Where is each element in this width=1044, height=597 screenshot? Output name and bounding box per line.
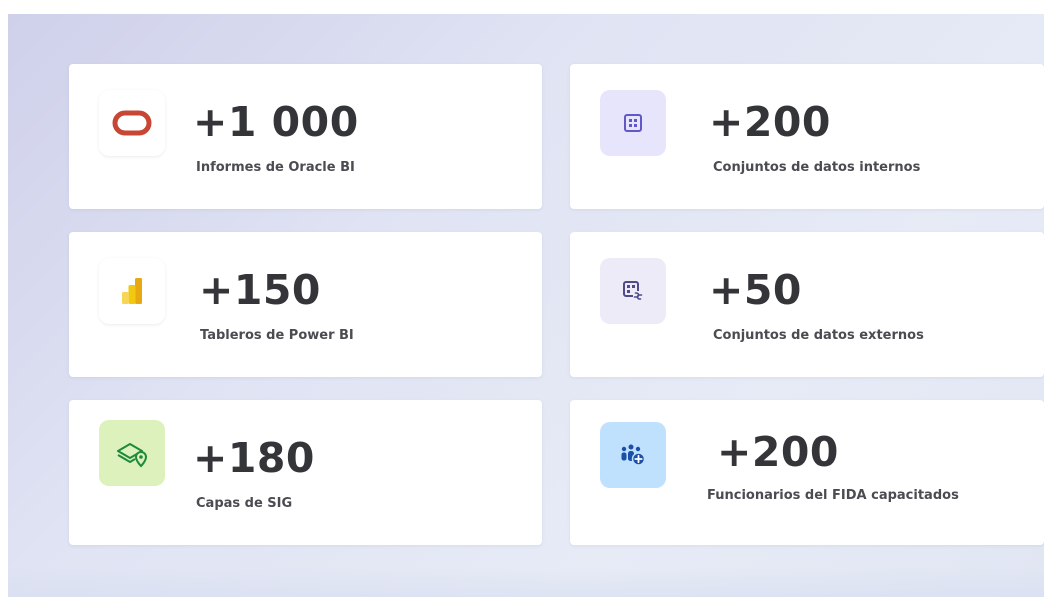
stat-label: Conjuntos de datos externos [713,328,924,343]
stats-panel: +1 000 Informes de Oracle BI +200 Conjun… [8,14,1044,597]
stat-label: Conjuntos de datos internos [713,160,921,175]
stat-value: +180 [193,434,315,482]
stat-value: +200 [709,98,831,146]
stat-value: +1 000 [193,98,359,146]
stat-card-gis-layers: +180 Capas de SIG [69,400,542,545]
grid-icon [600,90,666,156]
stat-card-internal-datasets: +200 Conjuntos de datos internos [570,64,1044,209]
stat-label: Informes de Oracle BI [196,160,355,175]
people-add-icon [600,422,666,488]
stat-card-external-datasets: +50 Conjuntos de datos externos [570,232,1044,377]
stat-value: +200 [717,428,839,476]
map-layers-icon [99,420,165,486]
stat-label: Tableros de Power BI [200,328,354,343]
stat-label: Capas de SIG [196,496,293,511]
stat-label: Funcionarios del FIDA capacitados [707,488,959,503]
stat-card-staff-trained: +200 Funcionarios del FIDA capacitados [570,400,1044,545]
stat-card-power-bi: +150 Tableros de Power BI [69,232,542,377]
power-bi-logo-icon [99,258,165,324]
linked-dataset-icon [600,258,666,324]
stat-value: +50 [709,266,802,314]
stat-card-oracle-bi: +1 000 Informes de Oracle BI [69,64,542,209]
oracle-logo-icon [99,90,165,156]
stat-value: +150 [199,266,321,314]
